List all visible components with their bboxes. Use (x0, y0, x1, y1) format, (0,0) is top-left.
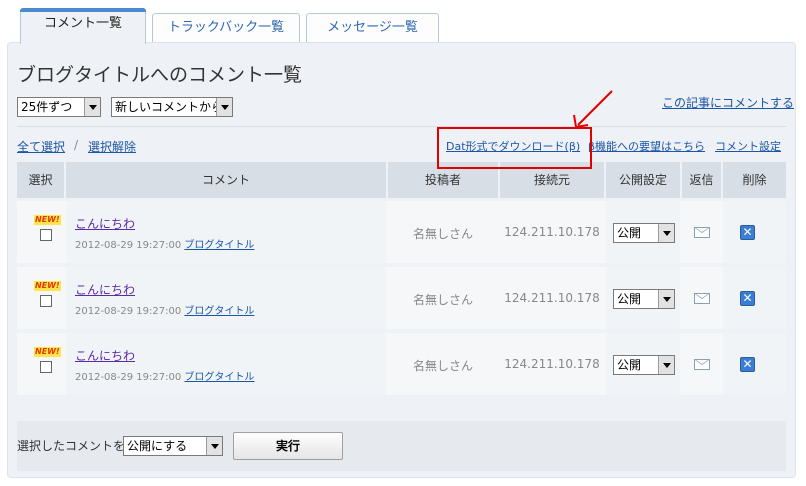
publish-select-value: 公開 (617, 226, 642, 240)
close-icon[interactable]: ✕ (740, 357, 755, 372)
tab-comments[interactable]: コメント一覧 (20, 8, 146, 44)
chevron-down-icon (216, 98, 232, 116)
chevron-down-icon (206, 437, 222, 455)
bulk-action-select-value: 公開にする (127, 439, 188, 453)
comment-settings-link[interactable]: コメント設定 (715, 138, 781, 154)
publish-select[interactable]: 公開 (613, 223, 675, 243)
annotation-arrow-icon (573, 90, 613, 129)
table-row: NEW! こんにちわ 2012-08-29 19:27:00 ブログタイトル 名… (17, 267, 786, 329)
comment-cell (66, 333, 386, 395)
header-publish: 公開設定 (606, 162, 680, 198)
poster-name: 名無しさん (412, 227, 473, 241)
comment-cell (66, 201, 386, 263)
new-badge: NEW! (34, 347, 61, 357)
mail-icon[interactable] (694, 293, 710, 304)
header-comment: コメント (66, 162, 386, 198)
source-ip: 124.211.10.178 (504, 225, 600, 239)
annotation-highlight-box (437, 127, 592, 169)
publish-select-value: 公開 (617, 358, 642, 372)
poster-name: 名無しさん (412, 293, 473, 307)
comment-meta: 2012-08-29 19:27:00 ブログタイトル (75, 368, 254, 383)
row-checkbox[interactable] (40, 295, 52, 307)
tab-messages[interactable]: メッセージ一覧 (306, 13, 439, 43)
per-page-select-value: 25件ずつ (21, 100, 73, 114)
select-all-link[interactable]: 全て選択 (17, 138, 65, 155)
order-select[interactable]: 新しいコメントから (111, 97, 233, 117)
comment-date: 2012-08-29 19:27:00 (75, 306, 182, 317)
chevron-down-icon (84, 98, 100, 116)
blog-link[interactable]: ブログタイトル (184, 306, 254, 317)
blog-link[interactable]: ブログタイトル (184, 240, 254, 251)
source-ip: 124.211.10.178 (504, 357, 600, 371)
publish-select[interactable]: 公開 (613, 355, 675, 375)
comment-title-link[interactable]: こんにちわ (75, 215, 135, 232)
comment-on-article-link[interactable]: この記事にコメントする (662, 94, 794, 111)
execute-button[interactable]: 実行 (233, 432, 343, 460)
comment-date: 2012-08-29 19:27:00 (75, 372, 182, 383)
publish-select[interactable]: 公開 (613, 289, 675, 309)
mail-icon[interactable] (694, 359, 710, 370)
comment-cell (66, 267, 386, 329)
table-header: 選択 コメント 投稿者 接続元 公開設定 返信 削除 (17, 162, 786, 198)
bulk-action-label: 選択したコメントを (17, 439, 126, 453)
page-title: ブログタイトルへのコメント一覧 (17, 64, 303, 86)
deselect-link[interactable]: 選択解除 (88, 138, 136, 155)
new-badge: NEW! (34, 215, 61, 225)
feature-request-link[interactable]: β機能への要望はこちら (588, 138, 705, 154)
chevron-down-icon (658, 356, 674, 374)
comment-title-link[interactable]: こんにちわ (75, 281, 135, 298)
row-checkbox[interactable] (40, 361, 52, 373)
chevron-down-icon (658, 224, 674, 242)
order-select-value: 新しいコメントから (115, 100, 224, 114)
chevron-down-icon (658, 290, 674, 308)
tab-trackbacks[interactable]: トラックバック一覧 (152, 13, 300, 43)
comment-date: 2012-08-29 19:27:00 (75, 240, 182, 251)
publish-select-value: 公開 (617, 292, 642, 306)
table-row: NEW! こんにちわ 2012-08-29 19:27:00 ブログタイトル 名… (17, 333, 786, 395)
poster-name: 名無しさん (412, 359, 473, 373)
divider (17, 126, 786, 127)
close-icon[interactable]: ✕ (740, 291, 755, 306)
row-checkbox[interactable] (40, 229, 52, 241)
header-select: 選択 (17, 162, 64, 198)
source-ip: 124.211.10.178 (504, 291, 600, 305)
new-badge: NEW! (34, 281, 61, 291)
comment-title-link[interactable]: こんにちわ (75, 347, 135, 364)
header-reply: 返信 (682, 162, 721, 198)
blog-link[interactable]: ブログタイトル (184, 372, 254, 383)
table-row: NEW! こんにちわ 2012-08-29 19:27:00 ブログタイトル 名… (17, 201, 786, 263)
header-delete: 削除 (723, 162, 786, 198)
mail-icon[interactable] (694, 227, 710, 238)
bulk-action-select[interactable]: 公開にする (123, 436, 223, 456)
separator: / (74, 138, 79, 152)
comment-meta: 2012-08-29 19:27:00 ブログタイトル (75, 302, 254, 317)
per-page-select[interactable]: 25件ずつ (17, 97, 101, 117)
comment-meta: 2012-08-29 19:27:00 ブログタイトル (75, 236, 254, 251)
close-icon[interactable]: ✕ (740, 225, 755, 240)
